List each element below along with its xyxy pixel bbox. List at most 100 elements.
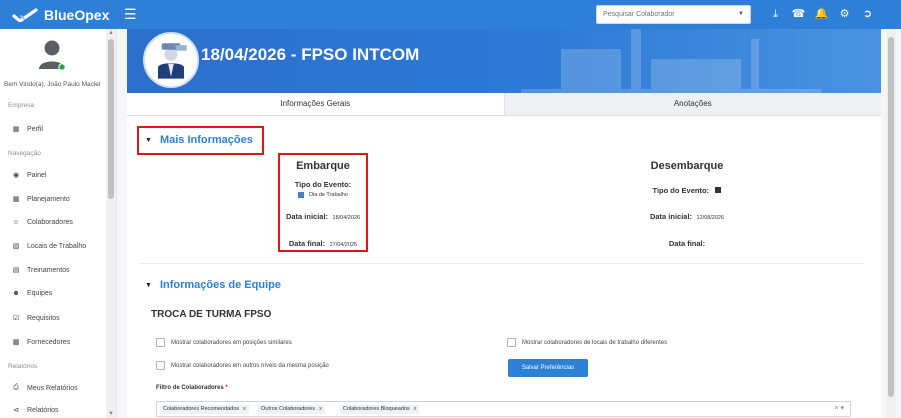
sidebar-item-meus-relatorios[interactable]: ⎙ Meus Relatórios — [12, 384, 78, 392]
search-collaborator-select[interactable]: Pesquisar Colaborador ▼ — [596, 5, 751, 24]
tab-anotacoes[interactable]: Anotações — [504, 93, 881, 115]
scroll-up-icon[interactable]: ▲ — [108, 30, 114, 36]
mais-informacoes-header[interactable]: ▼ Mais Informações — [145, 134, 253, 146]
sidebar-item-relatorios[interactable]: ⊲ Relatórios — [12, 406, 59, 415]
team-icon: ☻ — [12, 290, 20, 297]
sidebar-item-label: Painel — [27, 171, 47, 179]
checkbox-box[interactable] — [507, 338, 516, 347]
sidebar-item-treinamentos[interactable]: ▤ Treinamentos — [12, 266, 70, 275]
checkbox-label: Mostrar colaboradores em outros níveis d… — [171, 362, 329, 369]
sidebar-section-navegacao: Navegação — [8, 150, 41, 157]
embarque-inicial-label: Data inicial: — [285, 212, 329, 221]
sidebar-item-label: Relatórios — [27, 406, 59, 414]
checkbox-box[interactable] — [156, 361, 165, 370]
download-icon[interactable]: ⤓ — [764, 5, 787, 23]
gear-icon[interactable]: ⚙ — [833, 5, 856, 23]
sidebar-item-perfil[interactable]: ▦ Perfil — [12, 125, 43, 134]
caret-down-icon: ▼ — [145, 281, 152, 289]
sidebar-item-equipes[interactable]: ☻ Equipes — [12, 290, 52, 297]
event-type-swatch — [298, 192, 305, 198]
main-content: 18/04/2026 - FPSO INTCOM Informações Ger… — [127, 29, 881, 418]
embarque-final-value: 27/04/2026 — [329, 242, 358, 248]
page-scroll-thumb[interactable] — [888, 37, 894, 397]
sidebar-scrollbar[interactable]: ▲ ▼ — [106, 29, 116, 418]
informacoes-equipe-header[interactable]: ▼ Informações de Equipe — [145, 279, 281, 291]
caret-down-icon: ▼ — [145, 136, 152, 144]
desembarque-inicial-label: Data inicial: — [649, 212, 693, 221]
tag-remove-icon[interactable]: x — [414, 406, 417, 412]
brand-logo[interactable]: BlueOpex — [12, 4, 109, 25]
checkbox-label: Mostrar colaboradores de locais de traba… — [522, 339, 668, 346]
building-icon: ▦ — [12, 126, 20, 133]
filter-tag-recomendados: Colaboradores Recomendados x — [160, 405, 249, 414]
filter-label-text: Filtro de Colaboradores — [156, 385, 224, 391]
sidebar-item-planejamento[interactable]: ▦ Planejamento — [12, 195, 70, 204]
tab-informacoes-gerais[interactable]: Informações Gerais — [127, 93, 505, 115]
sidebar: Bem Vindo(a), João Paulo Maciel Empresa … — [0, 29, 117, 418]
filter-multiselect[interactable]: Colaboradores Recomendados x Outros Colab… — [156, 401, 851, 417]
brand-name: BlueOpex — [44, 6, 110, 23]
sidebar-item-colaboradores[interactable]: ☺ Colaboradores — [12, 219, 73, 226]
sidebar-item-label: Equipes — [27, 290, 53, 297]
training-icon: ▤ — [12, 267, 20, 274]
checkbox-label: Mostrar colaboradores em posições simila… — [171, 339, 292, 346]
desembarque-tipo-row: Tipo do Evento: — [632, 180, 742, 198]
sidebar-item-fornecedores[interactable]: ▩ Fornecedores — [12, 338, 71, 347]
event-logo — [143, 32, 199, 88]
menu-toggle-icon[interactable]: ☰ — [124, 6, 137, 22]
sidebar-item-requisitos[interactable]: ☑ Requisitos — [12, 314, 60, 323]
event-type-swatch — [715, 187, 722, 193]
welcome-text: Bem Vindo(a), João Paulo Maciel — [4, 81, 101, 88]
checklist-icon: ☑ — [12, 315, 20, 322]
desembarque-inicial-row: Data inicial: 12/08/2026 — [632, 206, 742, 224]
users-icon: ☺ — [12, 219, 20, 226]
search-placeholder: Pesquisar Colaborador — [603, 11, 675, 18]
sidebar-item-label: Locais de Trabalho — [27, 242, 87, 250]
embarque-tipo-value: Dia de Trabalho — [309, 192, 348, 198]
troca-turma-title: TROCA DE TURMA FPSO — [151, 309, 272, 320]
desembarque-final-row: Data final: — [632, 233, 742, 251]
avatar[interactable] — [37, 39, 67, 73]
save-preferences-button[interactable]: Salvar Preferências — [508, 359, 588, 377]
building-icon: ▧ — [12, 243, 20, 250]
sidebar-item-label: Meus Relatórios — [27, 384, 78, 392]
section-divider — [139, 263, 863, 264]
filter-tag-bloqueados: Colaboradores Bloqueados x — [340, 405, 420, 414]
sidebar-scroll-thumb[interactable] — [108, 39, 114, 199]
brand-check-icon — [12, 7, 38, 22]
event-banner: 18/04/2026 - FPSO INTCOM — [127, 29, 881, 93]
checkbox-outros-niveis[interactable]: Mostrar colaboradores em outros níveis d… — [156, 361, 329, 370]
page-scrollbar[interactable] — [881, 29, 901, 418]
embarque-panel: Embarque Tipo do Evento: Dia de Trabalho… — [280, 160, 366, 251]
logout-icon[interactable]: ➲ — [856, 5, 879, 23]
tab-bar: Informações Gerais Anotações — [127, 93, 881, 116]
desembarque-title: Desembarque — [650, 160, 724, 172]
sidebar-item-label: Requisitos — [27, 314, 60, 322]
embarque-final-row: Data final: 27/04/2026 — [280, 233, 366, 251]
clear-and-chevron-icon[interactable]: × ▾ — [834, 404, 844, 412]
print-icon: ⎙ — [13, 384, 19, 391]
share-icon: ⊲ — [13, 407, 19, 414]
checkbox-box[interactable] — [156, 338, 165, 347]
dashboard-icon: ◉ — [12, 172, 20, 179]
tag-remove-icon[interactable]: x — [319, 406, 322, 412]
support-icon[interactable]: ☎ — [787, 5, 810, 23]
scroll-down-icon[interactable]: ▼ — [108, 411, 114, 417]
event-title: 18/04/2026 - FPSO INTCOM — [201, 45, 420, 64]
sidebar-section-empresa: Empresa — [8, 102, 35, 109]
sidebar-item-locais-de-trabalho[interactable]: ▧ Locais de Trabalho — [12, 242, 87, 251]
informacoes-equipe-title: Informações de Equipe — [159, 279, 281, 291]
checkbox-posicoes-similares[interactable]: Mostrar colaboradores em posições simila… — [156, 338, 292, 347]
desembarque-final-label: Data final: — [668, 239, 706, 248]
checkbox-locais-diferentes[interactable]: Mostrar colaboradores de locais de traba… — [507, 338, 667, 347]
sidebar-item-label: Planejamento — [27, 195, 70, 203]
tag-label: Colaboradores Recomendados — [163, 406, 240, 412]
tag-label: Colaboradores Bloqueados — [343, 406, 410, 412]
bell-icon[interactable]: 🔔 — [810, 5, 833, 23]
sidebar-item-label: Colaboradores — [27, 219, 73, 226]
embarque-title: Embarque — [296, 160, 350, 172]
embarque-final-label: Data final: — [288, 239, 326, 248]
sidebar-item-painel[interactable]: ◉ Painel — [12, 171, 47, 180]
tag-remove-icon[interactable]: x — [243, 406, 246, 412]
required-marker: * — [225, 385, 228, 391]
